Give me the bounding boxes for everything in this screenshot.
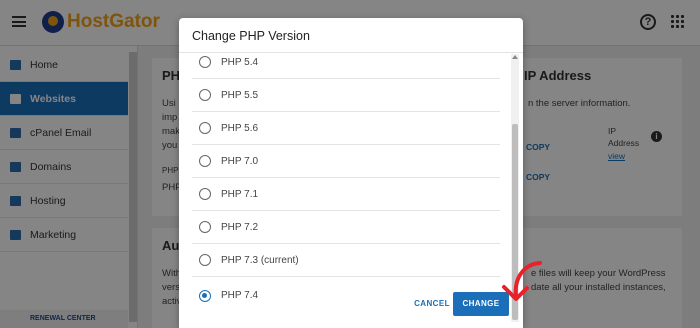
change-button[interactable]: CHANGE xyxy=(453,292,509,316)
php-option[interactable]: PHP 5.6 xyxy=(192,112,500,145)
radio-button[interactable] xyxy=(199,254,211,266)
option-label: PHP 7.2 xyxy=(221,221,259,233)
radio-button[interactable] xyxy=(199,122,211,134)
radio-button-selected[interactable] xyxy=(199,289,211,302)
dialog-title: Change PHP Version xyxy=(192,29,310,43)
radio-button[interactable] xyxy=(199,89,211,101)
option-label: PHP 7.0 xyxy=(221,155,259,167)
option-label: PHP 7.4 xyxy=(221,290,259,301)
php-option[interactable]: PHP 7.3 (current) xyxy=(192,244,500,277)
option-label: PHP 7.1 xyxy=(221,188,259,200)
php-option[interactable]: PHP 7.1 xyxy=(192,178,500,211)
cancel-button[interactable]: CANCEL xyxy=(411,299,453,311)
radio-button[interactable] xyxy=(199,188,211,200)
change-php-version-dialog: Change PHP Version PHP 5.4 PHP 5.5 PHP 5… xyxy=(179,18,523,328)
php-option[interactable]: PHP 7.2 xyxy=(192,211,500,244)
radio-button[interactable] xyxy=(199,155,211,167)
scrollbar-thumb[interactable] xyxy=(512,124,518,320)
option-label: PHP 5.4 xyxy=(221,56,259,68)
radio-button[interactable] xyxy=(199,221,211,233)
radio-button[interactable] xyxy=(199,56,211,68)
php-option[interactable]: PHP 5.5 xyxy=(192,79,500,112)
option-label: PHP 7.3 (current) xyxy=(221,254,299,266)
option-label: PHP 5.5 xyxy=(221,89,259,101)
list-scrollbar[interactable] xyxy=(511,54,519,322)
php-version-list: PHP 5.4 PHP 5.5 PHP 5.6 PHP 7.0 PHP 7.1 … xyxy=(192,53,500,318)
php-option[interactable]: PHP 7.0 xyxy=(192,145,500,178)
option-label: PHP 5.6 xyxy=(221,122,259,134)
scroll-up-arrow-icon[interactable] xyxy=(512,55,518,59)
php-option[interactable]: PHP 5.4 xyxy=(192,53,500,79)
